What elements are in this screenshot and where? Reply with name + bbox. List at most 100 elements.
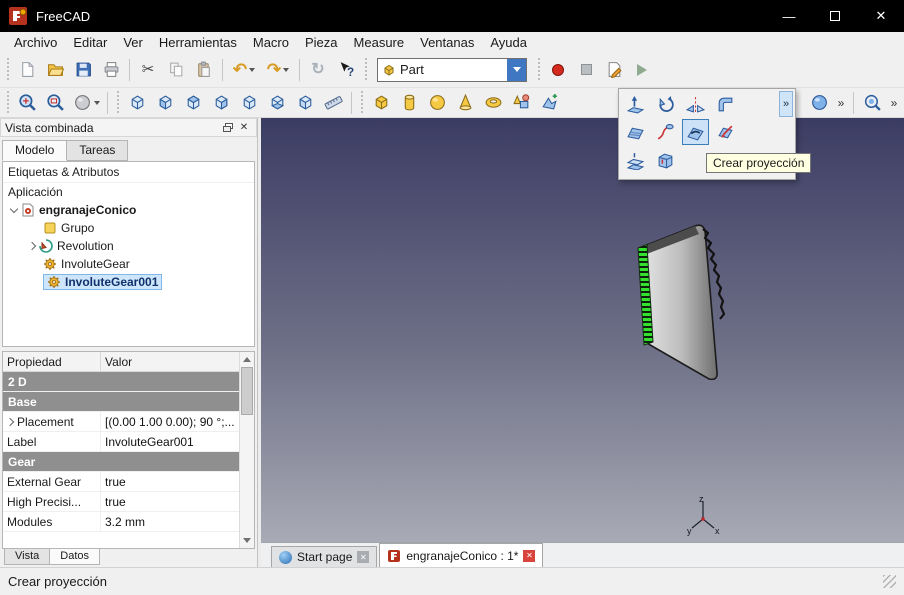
menu-archivo[interactable]: Archivo [6, 34, 65, 51]
part-box-button[interactable] [367, 90, 395, 116]
zoom-selection-button[interactable] [41, 90, 69, 116]
property-group-gear[interactable]: Gear [3, 452, 239, 472]
print-button[interactable] [97, 56, 125, 84]
menu-ventanas[interactable]: Ventanas [412, 34, 482, 51]
minimize-button[interactable]: — [766, 0, 812, 32]
view-rear-button[interactable] [235, 90, 263, 116]
paste-button[interactable] [190, 56, 218, 84]
fillet-button[interactable] [712, 91, 739, 117]
toolbar-drag-handle[interactable] [115, 90, 120, 115]
view-right-button[interactable] [207, 90, 235, 116]
part-cone-button[interactable] [451, 90, 479, 116]
draw-style-button[interactable] [69, 90, 103, 116]
chevron-down-icon[interactable] [9, 204, 19, 213]
tab-start-page[interactable]: Start page ✕ [271, 546, 378, 567]
shape-builder-button[interactable] [535, 90, 563, 116]
toolbar-drag-handle[interactable] [363, 57, 368, 82]
refresh-button[interactable]: ↻ [304, 56, 332, 84]
cross-section-button[interactable] [712, 119, 739, 145]
thickness-button[interactable] [652, 147, 679, 173]
chevron-right-icon[interactable] [5, 417, 15, 426]
view-left-button[interactable] [291, 90, 319, 116]
workbench-selector[interactable]: Part [377, 57, 527, 82]
property-value[interactable]: true [101, 475, 239, 489]
menu-ayuda[interactable]: Ayuda [482, 34, 535, 51]
toolbar-drag-handle[interactable] [5, 57, 10, 82]
tab-engranaje-conico[interactable]: engranajeConico : 1* ✕ [379, 543, 544, 567]
revolve-button[interactable] [652, 91, 679, 117]
redo-button[interactable]: ↷ [261, 56, 295, 84]
scrollbar-track[interactable] [240, 367, 254, 533]
property-value[interactable]: [(0.00 1.00 0.00); 90 °;... [101, 415, 239, 429]
toolbar-drag-handle[interactable] [359, 90, 364, 115]
menu-herramientas[interactable]: Herramientas [151, 34, 245, 51]
close-panel-button[interactable]: ✕ [236, 120, 252, 135]
tab-modelo[interactable]: Modelo [2, 140, 68, 161]
whats-this-button[interactable]: ? [332, 56, 360, 84]
tab-datos[interactable]: Datos [49, 549, 101, 565]
save-button[interactable] [69, 56, 97, 84]
flyout-overflow-button[interactable]: » [779, 91, 793, 117]
menu-pieza[interactable]: Pieza [297, 34, 346, 51]
tree-item-involutegear001[interactable]: InvoluteGear001 [3, 273, 254, 291]
extrude-button[interactable] [622, 91, 649, 117]
macro-record-button[interactable] [544, 56, 572, 84]
tree-item-document[interactable]: engranajeConico [3, 201, 254, 219]
property-value[interactable]: InvoluteGear001 [101, 435, 239, 449]
undo-button[interactable]: ↶ [227, 56, 261, 84]
toolbar-drag-handle[interactable] [5, 90, 10, 115]
tree-item-revolution[interactable]: Revolution [3, 237, 254, 255]
resize-grip[interactable] [883, 575, 896, 588]
tree-item-involutegear[interactable]: InvoluteGear [3, 255, 254, 273]
view-front-button[interactable] [151, 90, 179, 116]
projection-button[interactable] [682, 119, 709, 145]
menu-macro[interactable]: Macro [245, 34, 297, 51]
scroll-up-button[interactable] [240, 352, 254, 367]
property-value[interactable]: 3.2 mm [101, 515, 239, 529]
chevron-right-icon[interactable] [27, 241, 37, 251]
cut-button[interactable]: ✂ [134, 56, 162, 84]
tab-tareas[interactable]: Tareas [66, 140, 129, 161]
menu-editar[interactable]: Editar [65, 34, 115, 51]
view-top-button[interactable] [179, 90, 207, 116]
offset-button[interactable] [622, 147, 649, 173]
new-file-button[interactable] [13, 56, 41, 84]
tab-vista[interactable]: Vista [4, 549, 51, 565]
property-group-base[interactable]: Base [3, 392, 239, 412]
float-panel-button[interactable] [220, 120, 236, 135]
scroll-down-button[interactable] [240, 533, 254, 548]
view-isometric-button[interactable] [123, 90, 151, 116]
close-tab-icon[interactable]: ✕ [357, 551, 370, 563]
toolbar-overflow-button[interactable]: » [833, 90, 849, 116]
tree-item-application[interactable]: Aplicación [3, 183, 254, 201]
viewport-3d[interactable]: z x y [261, 118, 904, 542]
fit-all-button[interactable] [13, 90, 41, 116]
mirror-button[interactable] [682, 91, 709, 117]
part-cylinder-button[interactable] [395, 90, 423, 116]
close-button[interactable]: ✕ [858, 0, 904, 32]
menu-ver[interactable]: Ver [115, 34, 151, 51]
toolbar-overflow-button-2[interactable]: » [886, 90, 902, 116]
part-torus-button[interactable] [479, 90, 507, 116]
view-bottom-button[interactable] [263, 90, 291, 116]
macro-play-button[interactable] [628, 56, 656, 84]
part-sphere-button[interactable] [423, 90, 451, 116]
tree-item-grupo[interactable]: Grupo [3, 219, 254, 237]
maximize-button[interactable] [812, 0, 858, 32]
property-group-2d[interactable]: 2 D [3, 372, 239, 392]
property-value[interactable]: true [101, 495, 239, 509]
toolbar-drag-handle[interactable] [536, 57, 541, 82]
macro-stop-button[interactable] [572, 56, 600, 84]
scrollbar-thumb[interactable] [241, 367, 253, 415]
boolean-tool-button[interactable] [805, 90, 833, 116]
open-file-button[interactable] [41, 56, 69, 84]
ruled-surface-button[interactable] [622, 119, 649, 145]
menu-measure[interactable]: Measure [346, 34, 413, 51]
sweep-button[interactable] [652, 119, 679, 145]
measure-button[interactable] [319, 90, 347, 116]
create-primitives-button[interactable] [507, 90, 535, 116]
macro-edit-button[interactable] [600, 56, 628, 84]
copy-button[interactable] [162, 56, 190, 84]
close-tab-icon[interactable]: ✕ [523, 549, 536, 562]
check-geometry-button[interactable] [858, 90, 886, 116]
